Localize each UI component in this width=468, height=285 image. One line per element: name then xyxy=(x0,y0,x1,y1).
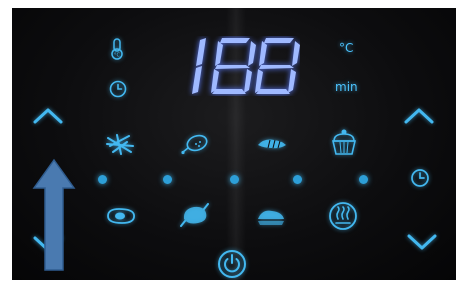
unit-minutes-label: min xyxy=(335,80,358,94)
drumstick-icon[interactable] xyxy=(180,133,210,155)
cake-icon[interactable] xyxy=(330,127,358,157)
chicken-icon[interactable] xyxy=(180,201,210,227)
steak-icon[interactable] xyxy=(105,206,137,226)
timer-icon[interactable] xyxy=(109,80,127,98)
time-up-chevron-icon[interactable] xyxy=(403,106,435,126)
fries-icon[interactable] xyxy=(105,132,135,156)
indicator-dot xyxy=(98,175,107,184)
temp-up-chevron-icon[interactable] xyxy=(32,106,64,126)
time-down-chevron-icon[interactable] xyxy=(406,232,438,252)
unit-celsius-label: °C xyxy=(339,41,354,55)
clock-icon[interactable] xyxy=(410,168,430,188)
indicator-dot xyxy=(293,175,302,184)
indicator-dot xyxy=(359,175,368,184)
indicator-dot xyxy=(230,175,239,184)
fish-icon[interactable] xyxy=(256,205,286,227)
time-temp-display xyxy=(180,36,300,96)
power-icon[interactable] xyxy=(217,249,247,279)
shrimp-icon[interactable] xyxy=(256,136,288,152)
control-panel: °C °C min xyxy=(12,8,456,280)
temperature-icon: °C xyxy=(109,38,125,60)
up-arrow-annotation xyxy=(32,158,76,276)
svg-text:°C: °C xyxy=(114,53,121,59)
indicator-dot xyxy=(163,175,172,184)
keep-warm-icon[interactable] xyxy=(328,201,358,231)
